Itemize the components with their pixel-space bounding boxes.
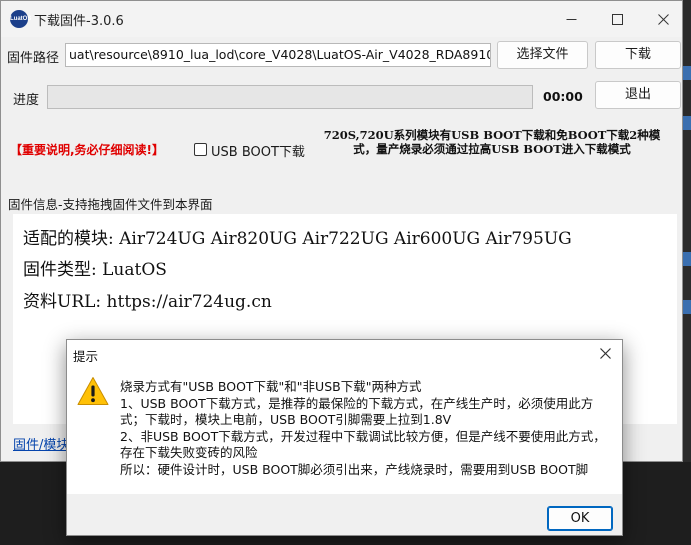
boot-notice-line: 式，量产烧录必须通过拉高USB BOOT进入下载模式 (353, 142, 631, 156)
supported-modules: 适配的模块: Air724UG Air820UG Air722UG Air600… (23, 229, 572, 249)
firmware-module-link[interactable]: 固件/模块 (13, 434, 69, 453)
firmware-path-input[interactable]: uat\resource\8910_lua_lod\core_V4028\Lua… (65, 43, 491, 67)
minimize-icon (566, 18, 576, 20)
app-logo-icon: LuatOS (10, 10, 31, 28)
firmware-type: 固件类型: LuatOS (23, 260, 167, 280)
boot-notice-line: 720S,720U系列模块有USB BOOT下载和免BOOT下载2种模 (323, 128, 661, 142)
dialog-message-line: 2、非USB BOOT下载方式，开发过程中下载调试比较方便，但是产线不要使用此方… (120, 428, 606, 461)
ok-button[interactable]: OK (547, 506, 613, 531)
select-file-button[interactable]: 选择文件 (497, 41, 588, 69)
maximize-button[interactable] (594, 1, 640, 37)
documentation-url: 资料URL: https://air724ug.cn (23, 292, 272, 312)
exit-button[interactable]: 退出 (595, 81, 681, 109)
hint-dialog: 提示 烧录方式有"USB BOOT下载"和"非USB下载"两种方式 1、USB … (66, 339, 623, 536)
background-marker (683, 116, 691, 130)
usb-boot-checkbox-label[interactable]: USB BOOT下载 (211, 141, 305, 160)
dialog-message-line: 1、USB BOOT下载方式，是推荐的最保险的下载方式，在产线生产时，必须使用此… (120, 395, 594, 428)
background-marker (683, 252, 691, 266)
window-title: 下载固件-3.0.6 (34, 14, 124, 29)
usb-boot-checkbox[interactable] (194, 143, 207, 156)
maximize-icon (611, 13, 623, 25)
background-marker (683, 66, 691, 80)
minimize-button[interactable] (548, 1, 594, 37)
elapsed-time: 00:00 (543, 89, 583, 104)
boot-mode-notice: 720S,720U系列模块有USB BOOT下载和免BOOT下载2种模 式，量产… (306, 128, 678, 156)
close-icon (599, 347, 611, 359)
close-button[interactable] (640, 1, 682, 37)
dialog-message: 烧录方式有"USB BOOT下载"和"非USB下载"两种方式 1、USB BOO… (120, 379, 614, 478)
firmware-info-header: 固件信息-支持拖拽固件文件到本界面 (8, 197, 213, 212)
dialog-footer: OK (67, 494, 622, 535)
important-notice-link[interactable]: 【重要说明,务必仔细阅读!】 (10, 141, 164, 158)
window-titlebar[interactable]: LuatOS 下载固件-3.0.6 (1, 1, 682, 37)
dialog-title: 提示 (73, 349, 99, 364)
background-marker (683, 300, 691, 314)
dialog-message-line: 烧录方式有"USB BOOT下载"和"非USB下载"两种方式 (120, 379, 422, 394)
dialog-titlebar[interactable]: 提示 (67, 340, 622, 368)
download-progress-bar (47, 85, 533, 109)
progress-label: 进度 (13, 93, 40, 108)
download-button[interactable]: 下载 (595, 41, 681, 69)
close-icon (657, 13, 669, 25)
dialog-close-button[interactable] (594, 342, 616, 364)
firmware-path-label: 固件路径 (7, 51, 60, 66)
dialog-message-line: 所以：硬件设计时，USB BOOT脚必须引出来，产线烧录时，需要用到USB BO… (120, 461, 589, 477)
warning-icon (77, 377, 109, 405)
